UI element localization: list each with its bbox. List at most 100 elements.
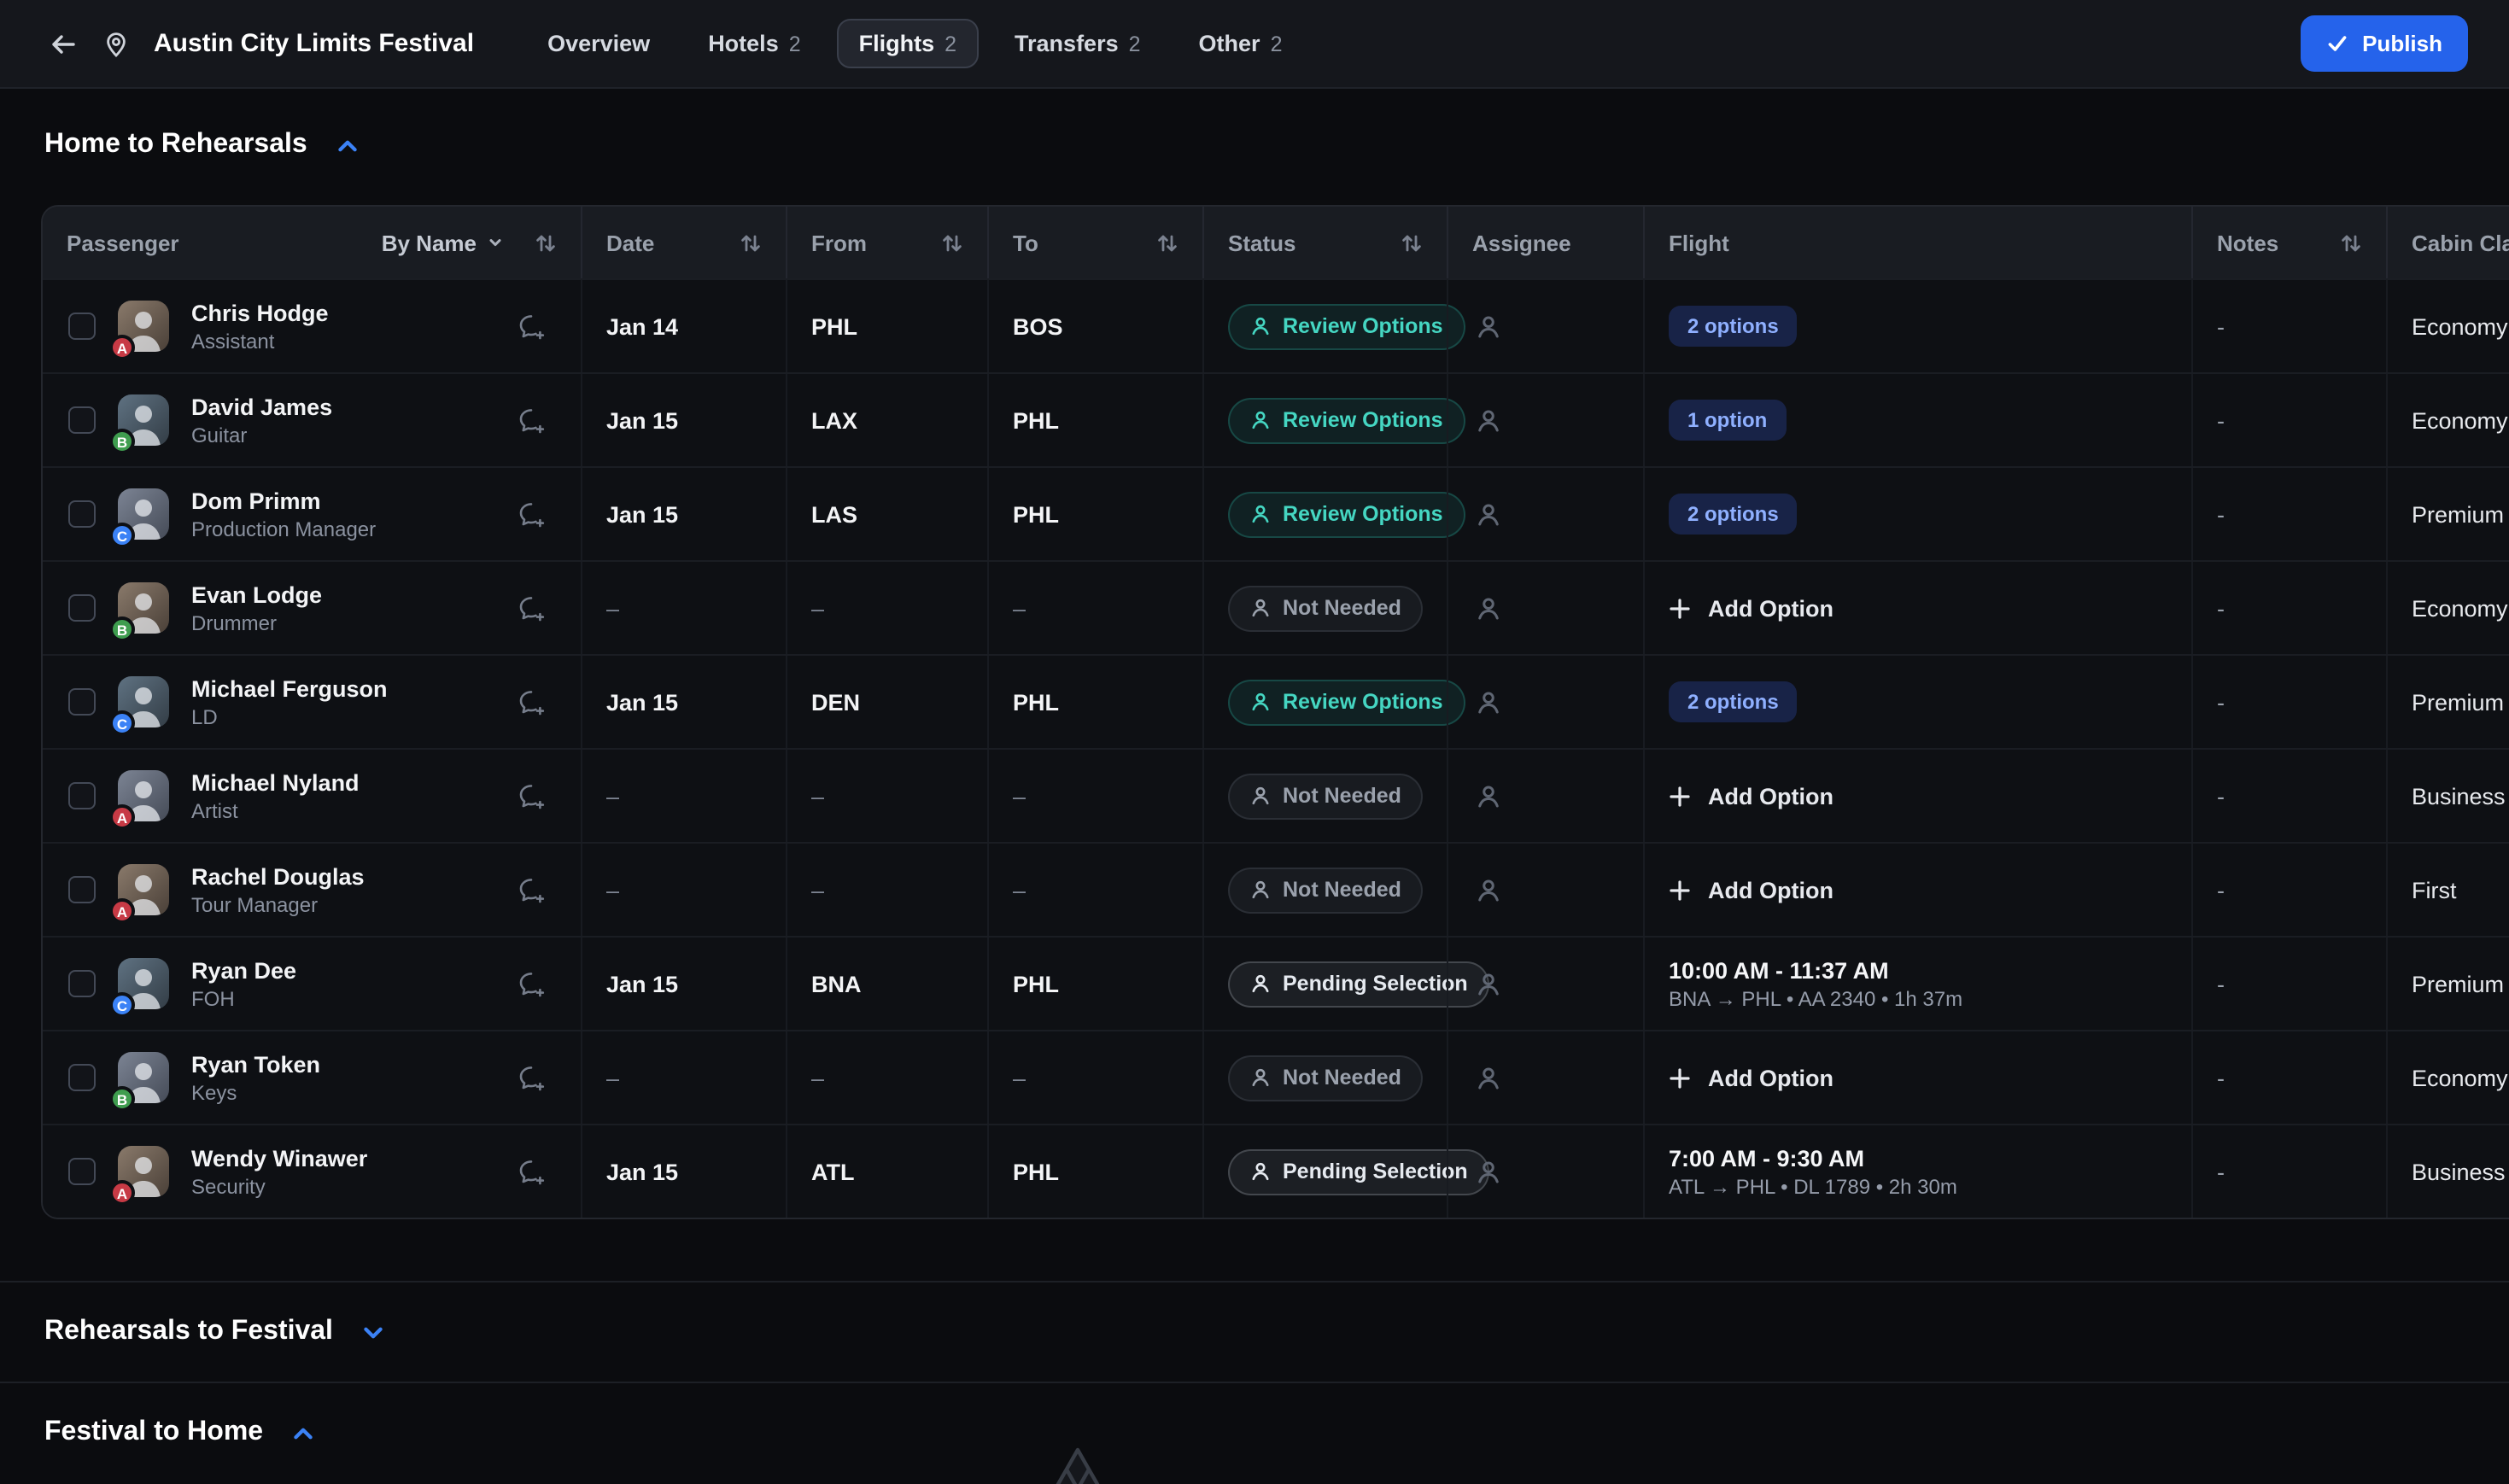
plus-icon	[1669, 1066, 1691, 1089]
table-row: B David James Guitar Jan 15 LAX PHL Revi…	[43, 372, 2509, 466]
add-comment-button[interactable]	[514, 778, 550, 814]
tab-overview[interactable]: Overview	[525, 19, 672, 68]
row-checkbox[interactable]	[68, 313, 96, 340]
from-cell: –	[786, 750, 987, 842]
row-checkbox[interactable]	[68, 500, 96, 528]
add-comment-button[interactable]	[514, 590, 550, 626]
column-header-assignee[interactable]: Assignee	[1447, 207, 1643, 278]
column-label-from: From	[811, 230, 867, 255]
status-badge[interactable]: Review Options	[1228, 491, 1465, 537]
chevron-up-icon[interactable]	[290, 1420, 316, 1446]
assign-user-button[interactable]	[1472, 404, 1505, 436]
add-option-button[interactable]: Add Option	[1669, 783, 1834, 809]
plus-icon	[1669, 597, 1691, 619]
add-comment-button[interactable]	[514, 308, 550, 344]
add-comment-button[interactable]	[514, 1154, 550, 1189]
row-checkbox[interactable]	[68, 594, 96, 622]
status-badge[interactable]: Review Options	[1228, 679, 1465, 725]
column-header-date[interactable]: Date	[581, 207, 786, 278]
chevron-up-icon[interactable]	[335, 132, 360, 158]
column-header-from[interactable]: From	[786, 207, 987, 278]
passenger-info: Michael Ferguson LD	[191, 675, 388, 728]
passenger-role: Security	[191, 1174, 367, 1198]
flight-options-pill[interactable]: 2 options	[1669, 681, 1798, 722]
add-option-button[interactable]: Add Option	[1669, 877, 1834, 903]
cabin-cell: Business	[2386, 750, 2509, 842]
status-badge[interactable]: Not Needed	[1228, 585, 1424, 631]
section-festival-to-home: Festival to Home	[0, 1382, 2509, 1482]
assign-user-button[interactable]	[1472, 1061, 1505, 1094]
tab-flights[interactable]: Flights2	[837, 19, 979, 68]
column-header-notes[interactable]: Notes	[2191, 207, 2386, 278]
sort-icon[interactable]	[1401, 231, 1423, 254]
assign-user-button[interactable]	[1472, 686, 1505, 718]
assignee-cell	[1447, 938, 1643, 1030]
add-option-button[interactable]: Add Option	[1669, 1065, 1834, 1090]
row-checkbox[interactable]	[68, 1158, 96, 1185]
back-button[interactable]	[41, 21, 85, 66]
status-badge[interactable]: Not Needed	[1228, 773, 1424, 819]
avatar: A	[118, 770, 169, 821]
publish-button[interactable]: Publish	[2301, 15, 2468, 72]
assign-user-button[interactable]	[1472, 498, 1505, 530]
status-badge[interactable]: Review Options	[1228, 397, 1465, 443]
flight-options-label: 2 options	[1687, 690, 1779, 714]
row-checkbox[interactable]	[68, 970, 96, 997]
section-header-home-to-rehearsals[interactable]: Home to Rehearsals	[0, 89, 2509, 191]
assign-user-button[interactable]	[1472, 310, 1505, 342]
row-checkbox[interactable]	[68, 782, 96, 809]
row-checkbox[interactable]	[68, 1064, 96, 1091]
column-header-cabin-class[interactable]: Cabin Class	[2386, 207, 2509, 278]
row-checkbox[interactable]	[68, 688, 96, 716]
person-icon	[1476, 501, 1501, 527]
add-comment-button[interactable]	[514, 684, 550, 720]
section-header-rehearsals-to-festival[interactable]: Rehearsals to Festival	[0, 1282, 2509, 1382]
tab-hotels[interactable]: Hotels2	[686, 19, 822, 68]
add-comment-button[interactable]	[514, 1060, 550, 1095]
flight-cell: Add Option	[1643, 562, 2191, 654]
table-row: C Michael Ferguson LD Jan 15 DEN PHL Rev…	[43, 654, 2509, 748]
section-header-festival-to-home[interactable]: Festival to Home	[0, 1383, 2509, 1482]
flight-options-pill[interactable]: 2 options	[1669, 306, 1798, 347]
add-comment-button[interactable]	[514, 966, 550, 1002]
assign-user-button[interactable]	[1472, 967, 1505, 1000]
role-badge: A	[109, 335, 135, 360]
passenger-name: Dom Primm	[191, 488, 376, 513]
column-header-flight[interactable]: Flight	[1643, 207, 2191, 278]
tab-other[interactable]: Other2	[1177, 19, 1305, 68]
sort-icon[interactable]	[535, 231, 557, 254]
flight-options-pill[interactable]: 1 option	[1669, 400, 1786, 441]
column-header-passenger[interactable]: Passenger By Name	[43, 207, 581, 278]
add-comment-button[interactable]	[514, 872, 550, 908]
status-badge[interactable]: Not Needed	[1228, 867, 1424, 913]
status-badge[interactable]: Not Needed	[1228, 1055, 1424, 1101]
flight-options-pill[interactable]: 2 options	[1669, 494, 1798, 535]
sort-mode-dropdown[interactable]: By Name	[382, 230, 504, 255]
tab-transfers[interactable]: Transfers2	[992, 19, 1163, 68]
person-icon	[1250, 879, 1271, 900]
sort-icon[interactable]	[1156, 231, 1178, 254]
row-checkbox[interactable]	[68, 406, 96, 434]
add-comment-button[interactable]	[514, 496, 550, 532]
assign-user-button[interactable]	[1472, 1155, 1505, 1188]
add-option-button[interactable]: Add Option	[1669, 595, 1834, 621]
sort-icon[interactable]	[2340, 231, 2362, 254]
flight-times: 7:00 AM - 9:30 AM ATL → PHL • DL 1789 • …	[1669, 1145, 1957, 1198]
flight-detail[interactable]: 10:00 AM - 11:37 AM BNA → PHL • AA 2340 …	[1669, 957, 1962, 1010]
add-comment-button[interactable]	[514, 402, 550, 438]
role-badge: B	[109, 429, 135, 454]
comment-plus-icon	[518, 1157, 547, 1186]
sort-icon[interactable]	[740, 231, 762, 254]
assign-user-button[interactable]	[1472, 780, 1505, 812]
sort-icon[interactable]	[941, 231, 963, 254]
flight-detail[interactable]: 7:00 AM - 9:30 AM ATL → PHL • DL 1789 • …	[1669, 1145, 1957, 1198]
column-header-to[interactable]: To	[987, 207, 1202, 278]
assign-user-button[interactable]	[1472, 592, 1505, 624]
assign-user-button[interactable]	[1472, 873, 1505, 906]
assignee-cell	[1447, 374, 1643, 466]
chevron-down-icon[interactable]	[360, 1319, 386, 1345]
status-badge[interactable]: Review Options	[1228, 303, 1465, 349]
column-header-status[interactable]: Status	[1202, 207, 1447, 278]
row-checkbox[interactable]	[68, 876, 96, 903]
avatar: C	[118, 676, 169, 727]
